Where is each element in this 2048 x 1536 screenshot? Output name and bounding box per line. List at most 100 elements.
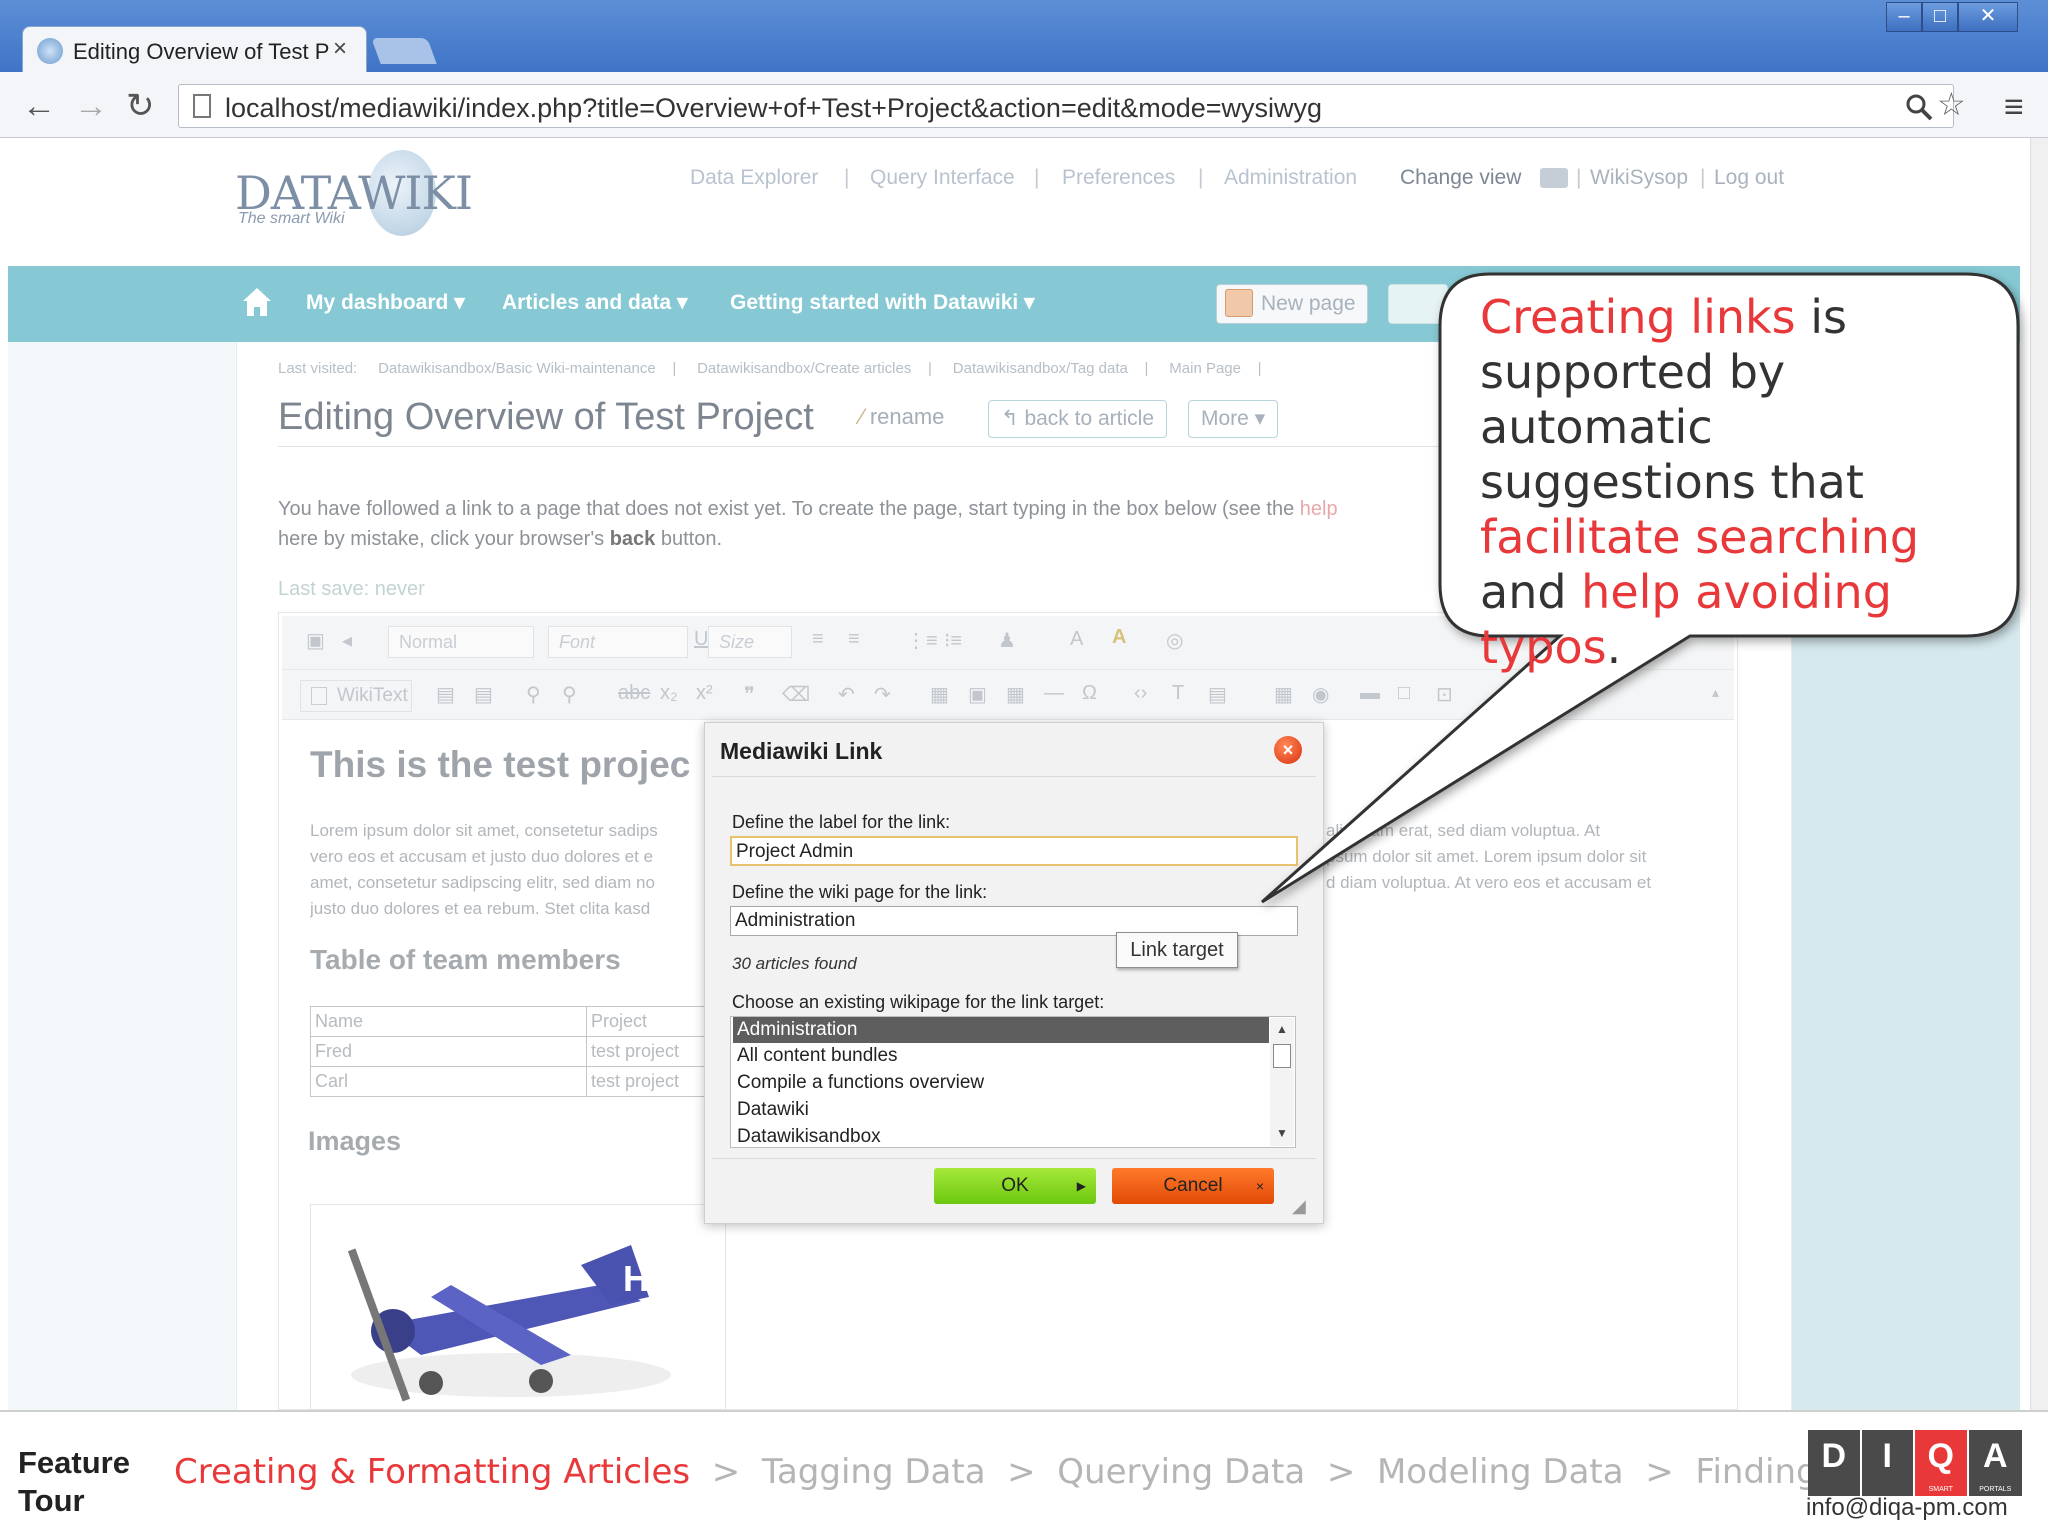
forward-arrow-icon[interactable]: →: [74, 84, 108, 128]
ok-button[interactable]: OK ▶: [934, 1168, 1096, 1204]
link-logout[interactable]: Log out: [1714, 166, 1784, 190]
redo-icon[interactable]: ↷: [874, 682, 891, 707]
quote-icon[interactable]: ❞: [744, 682, 755, 707]
paste-text-icon[interactable]: ▤: [474, 682, 493, 707]
save-icon[interactable]: ▣: [306, 628, 325, 653]
close-window-button[interactable]: ✕: [1958, 2, 2018, 32]
nav-articles-and-data[interactable]: Articles and data ▾: [502, 290, 688, 315]
link-preferences[interactable]: Preferences: [1062, 166, 1175, 190]
contact-email[interactable]: info@diqa-pm.com: [1806, 1494, 2008, 1522]
text-color-icon[interactable]: A: [1070, 628, 1083, 651]
home-icon[interactable]: [242, 286, 272, 318]
table-cell[interactable]: test project: [586, 1066, 707, 1097]
subscript-icon[interactable]: x₂: [660, 682, 678, 705]
table-cell[interactable]: Fred: [310, 1036, 587, 1067]
template-icon[interactable]: T: [1172, 682, 1184, 705]
link-change-view[interactable]: Change view: [1400, 166, 1521, 190]
last-visited-link[interactable]: Datawikisandbox/Basic Wiki-maintenance: [378, 360, 656, 377]
list-item[interactable]: Datawikisandbox: [733, 1124, 1269, 1147]
tour-step[interactable]: Querying Data: [1057, 1452, 1305, 1492]
find-icon[interactable]: ♟: [998, 628, 1016, 653]
strikethrough-icon[interactable]: abc: [618, 682, 650, 705]
tab-close-icon[interactable]: ×: [333, 35, 347, 63]
list-item[interactable]: Administration: [733, 1017, 1269, 1043]
format-select[interactable]: Normal: [388, 626, 534, 658]
justify-icon[interactable]: ≡: [848, 628, 860, 651]
paste-icon[interactable]: ▤: [436, 682, 455, 707]
replace-icon[interactable]: ⚲: [562, 682, 577, 707]
help-link[interactable]: help: [1300, 498, 1338, 520]
table-cell[interactable]: Project: [586, 1006, 707, 1037]
align-right-icon[interactable]: ≡: [812, 628, 824, 651]
table-icon[interactable]: ▦: [1006, 682, 1025, 707]
table-cell[interactable]: test project: [586, 1036, 707, 1067]
collapse-icon[interactable]: ▴: [1712, 684, 1719, 701]
new-page-button[interactable]: New page: [1216, 284, 1368, 324]
address-bar[interactable]: localhost/mediawiki/index.php?title=Over…: [178, 84, 1966, 128]
scrollbar[interactable]: [2030, 138, 2048, 1410]
search-button[interactable]: [1388, 284, 1448, 324]
link-label-input[interactable]: Project Admin: [730, 836, 1298, 866]
undo-icon[interactable]: ↶: [838, 682, 855, 707]
tour-step-active[interactable]: Creating & Formatting Articles: [174, 1452, 690, 1492]
list-item[interactable]: Datawiki: [733, 1097, 1269, 1123]
font-select[interactable]: Font: [548, 626, 688, 658]
star-icon[interactable]: ☆: [1937, 85, 1966, 123]
size-select[interactable]: Size: [708, 626, 792, 658]
calendar-icon[interactable]: ▦: [1274, 682, 1293, 707]
nav-getting-started[interactable]: Getting started with Datawiki ▾: [730, 290, 1035, 315]
last-visited-link[interactable]: Main Page: [1169, 360, 1241, 377]
airplane-image[interactable]: H: [310, 1204, 726, 1410]
back-arrow-icon[interactable]: ←: [22, 84, 56, 128]
menu-icon[interactable]: ≡: [2004, 88, 2024, 127]
query-icon[interactable]: ◉: [1312, 682, 1329, 707]
maximize-icon[interactable]: ⊡: [1436, 682, 1453, 707]
scroll-thumb[interactable]: [1273, 1044, 1291, 1068]
listbox-scrollbar[interactable]: ▲ ▼: [1270, 1018, 1294, 1146]
link-query-interface[interactable]: Query Interface: [870, 166, 1015, 190]
form-icon[interactable]: ▤: [1208, 682, 1227, 707]
more-button[interactable]: More ▾: [1188, 400, 1279, 438]
nav-my-dashboard[interactable]: My dashboard ▾: [306, 290, 465, 315]
superscript-icon[interactable]: x²: [696, 682, 713, 705]
numbered-list-icon[interactable]: ⋮≡: [906, 628, 938, 653]
omega-icon[interactable]: Ω: [1082, 682, 1097, 705]
change-view-icon[interactable]: [1540, 168, 1568, 188]
last-visited-link[interactable]: Datawikisandbox/Tag data: [953, 360, 1128, 377]
frame-icon[interactable]: □: [1398, 682, 1410, 705]
globe-icon[interactable]: ◎: [1166, 628, 1183, 653]
list-item[interactable]: All content bundles: [733, 1043, 1269, 1069]
search-icon[interactable]: [1905, 93, 1933, 121]
resize-grip-icon[interactable]: ◢: [1292, 1196, 1306, 1217]
cancel-button[interactable]: Cancel ×: [1112, 1168, 1274, 1204]
table-cell[interactable]: Name: [310, 1006, 587, 1037]
link-user[interactable]: WikiSysop: [1590, 166, 1688, 190]
tour-step[interactable]: Tagging Data: [762, 1452, 986, 1492]
back-to-article-button[interactable]: ↰ back to article: [988, 400, 1168, 438]
source-icon[interactable]: ‹›: [1134, 682, 1147, 705]
minimize-button[interactable]: –: [1886, 2, 1922, 32]
browser-tab[interactable]: Editing Overview of Test P ×: [22, 26, 367, 74]
wikipage-listbox[interactable]: Administration All content bundles Compi…: [730, 1016, 1296, 1148]
underline-icon[interactable]: U: [694, 628, 708, 651]
scroll-up-icon[interactable]: ▲: [1276, 1022, 1288, 1036]
dialog-close-icon[interactable]: ×: [1274, 736, 1302, 764]
link-data-explorer[interactable]: Data Explorer: [690, 166, 818, 190]
block-icon[interactable]: ▬: [1360, 682, 1380, 705]
tour-step[interactable]: Modeling Data: [1377, 1452, 1624, 1492]
bullet-list-icon[interactable]: ⁝≡: [944, 628, 962, 653]
flash-icon[interactable]: ▣: [968, 682, 987, 707]
bg-color-icon[interactable]: A: [1112, 626, 1126, 649]
wikitext-button[interactable]: WikiText: [300, 680, 412, 712]
image-icon[interactable]: ▦: [930, 682, 949, 707]
scroll-down-icon[interactable]: ▼: [1276, 1126, 1288, 1140]
undo-save-icon[interactable]: ◂: [342, 628, 352, 653]
eraser-icon[interactable]: ⌫: [782, 682, 810, 707]
rename-link[interactable]: ⁄ rename: [860, 404, 944, 430]
table-cell[interactable]: Carl: [310, 1066, 587, 1097]
binoculars-icon[interactable]: ⚲: [526, 682, 541, 707]
reload-icon[interactable]: ↻: [126, 84, 155, 128]
new-tab-button[interactable]: [371, 38, 437, 64]
link-administration[interactable]: Administration: [1224, 166, 1357, 190]
list-item[interactable]: Compile a functions overview: [733, 1070, 1269, 1096]
